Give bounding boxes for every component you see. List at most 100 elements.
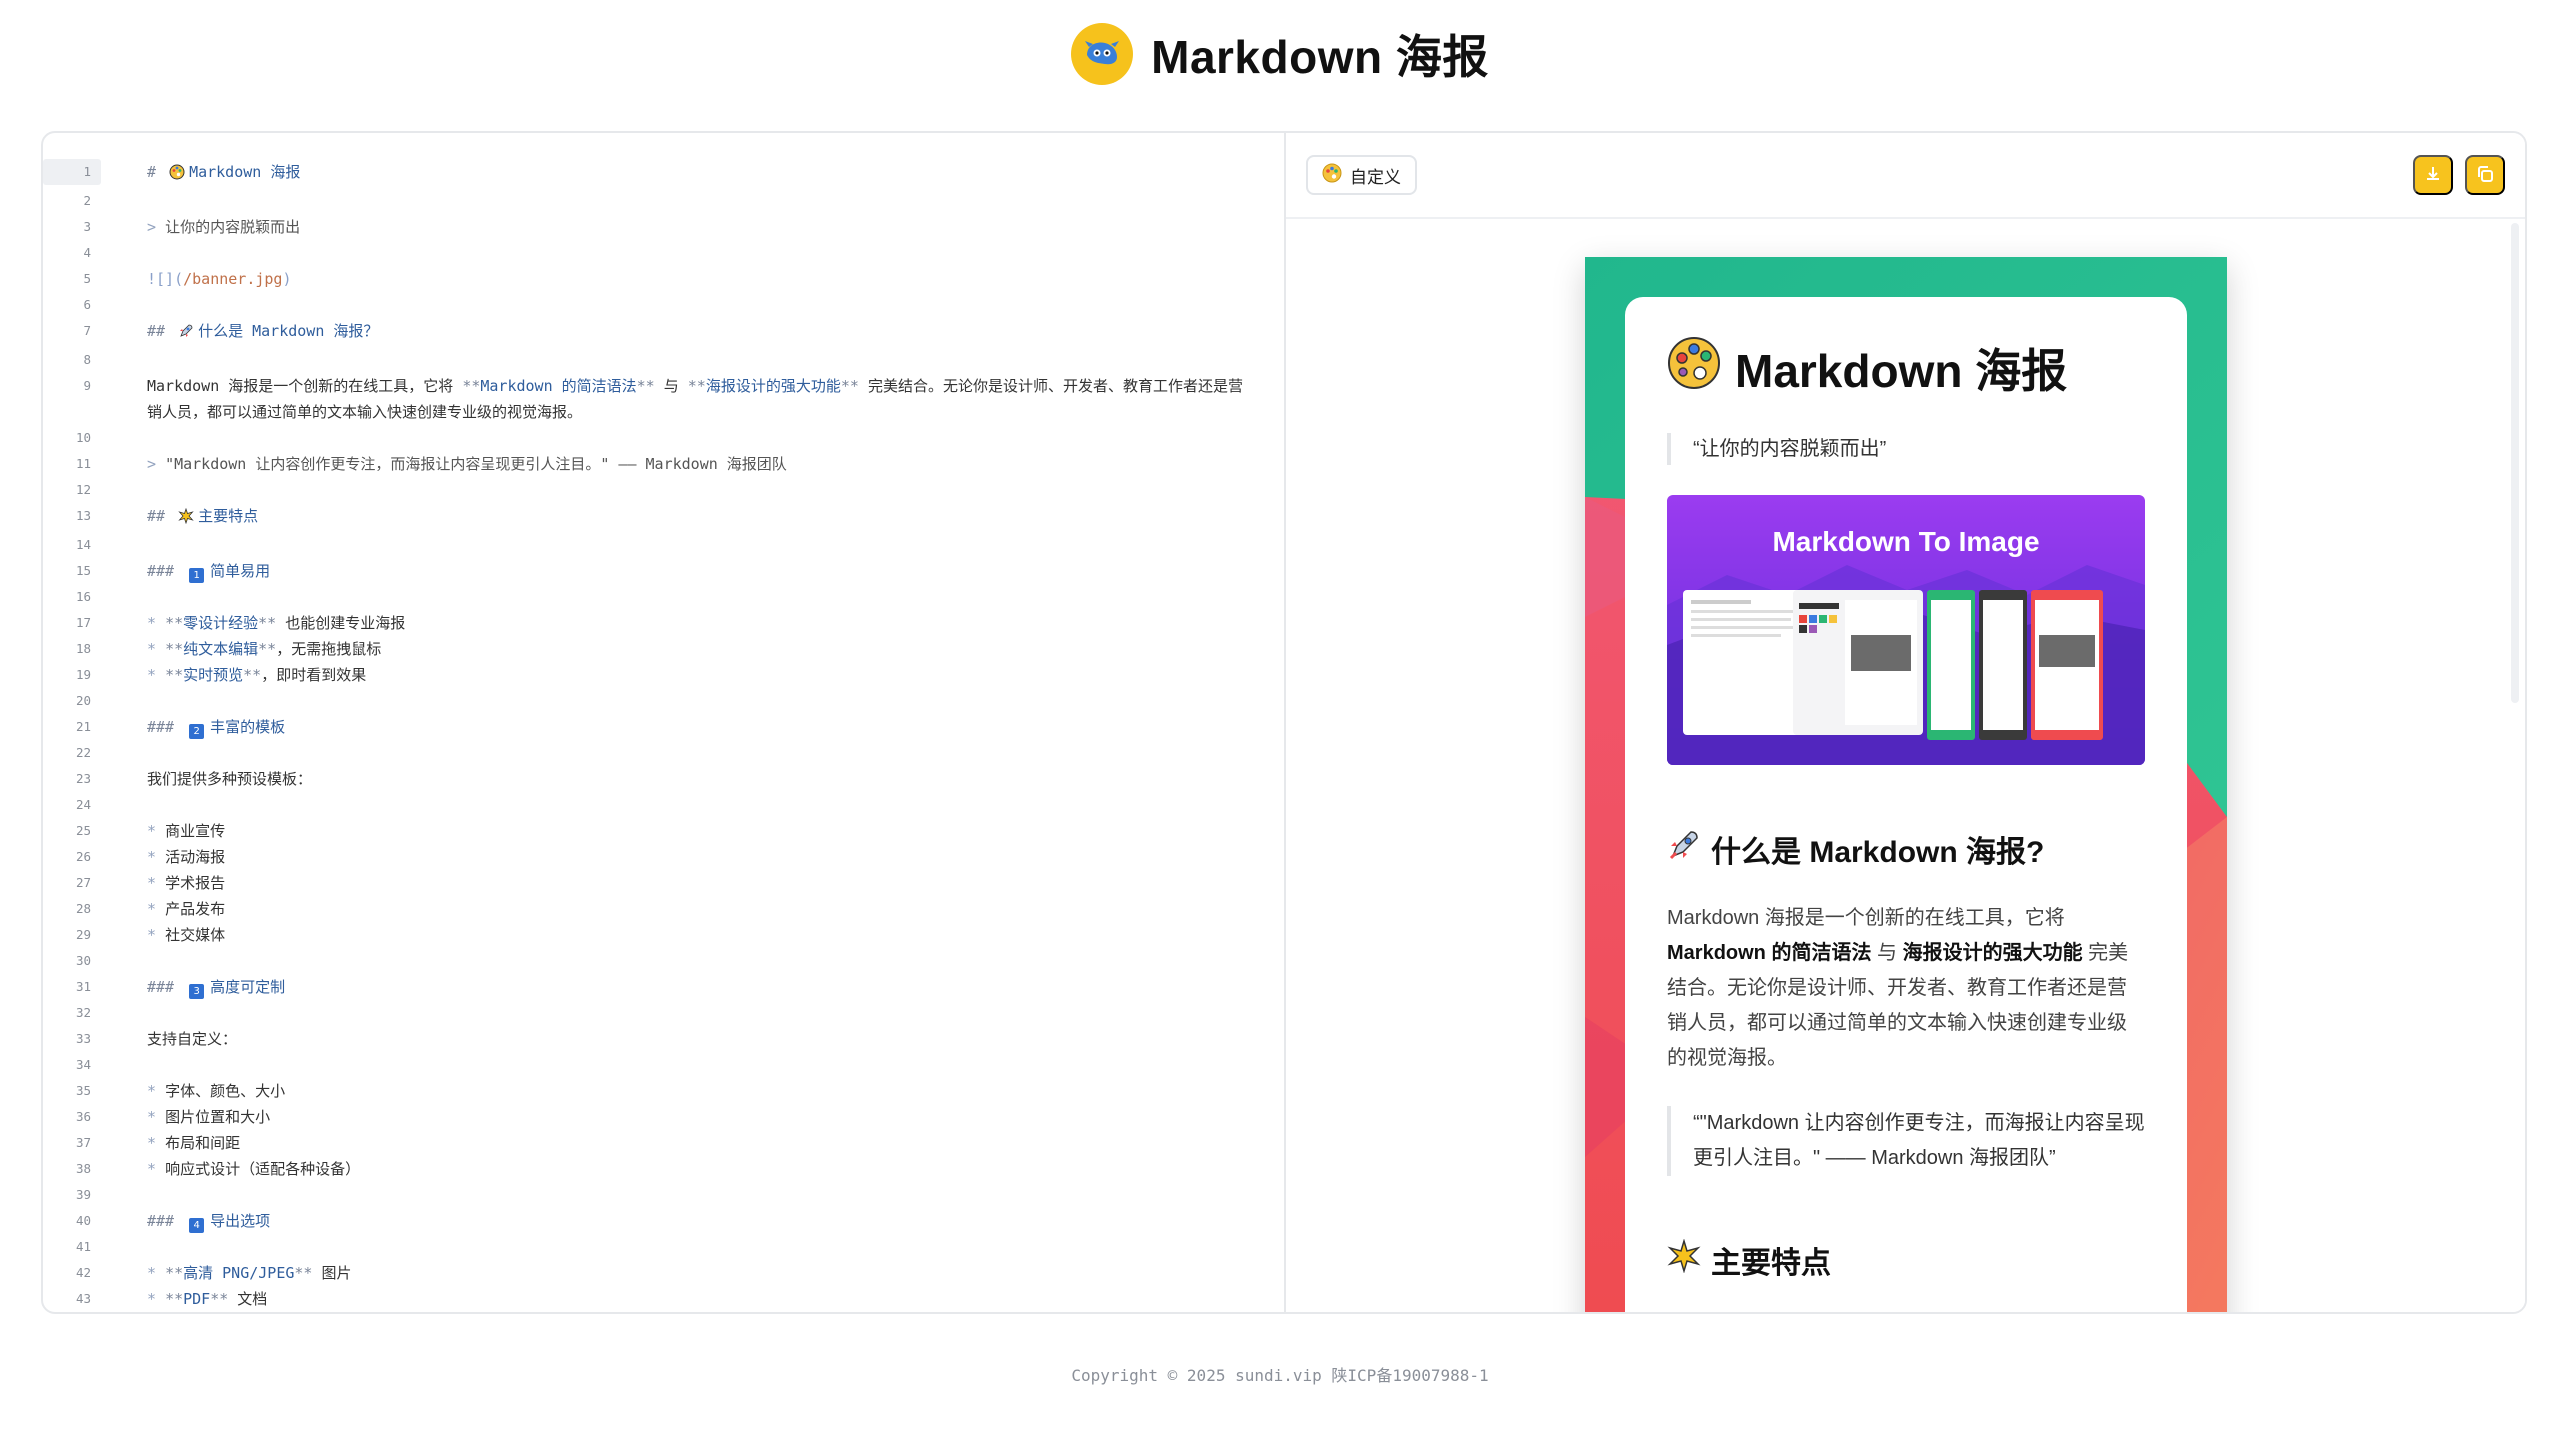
editor-line[interactable]: 36 * 图片位置和大小 <box>43 1104 1284 1130</box>
editor-line[interactable]: 20 <box>43 688 1284 714</box>
editor-line[interactable]: 3 > 让你的内容脱颖而出 <box>43 214 1284 240</box>
app-frame: 1 # Markdown 海报 2 3 > 让你的内容脱颖而出 4 5 ![](/banner… <box>41 131 2527 1314</box>
line-content: * 字体、颜色、大小 <box>101 1078 1284 1104</box>
code-token: "Markdown 让内容创作更专注，而海报让内容呈现更引人注目。" —— Ma… <box>165 455 787 473</box>
line-content: ## 主要特点 <box>101 503 1284 532</box>
editor-line[interactable]: 10 <box>43 425 1284 451</box>
editor-line[interactable]: 29 * 社交媒体 <box>43 922 1284 948</box>
line-content: * 响应式设计（适配各种设备） <box>101 1156 1284 1182</box>
code-token: ### <box>147 562 184 580</box>
editor-line[interactable]: 11 > "Markdown 让内容创作更专注，而海报让内容呈现更引人注目。" —… <box>43 451 1284 477</box>
editor-line[interactable]: 16 <box>43 584 1284 610</box>
para-text: Markdown 海报是一个创新的在线工具，它将 <box>1667 907 2065 929</box>
copy-button[interactable] <box>2465 155 2505 195</box>
download-button[interactable] <box>2413 155 2453 195</box>
code-token: * <box>147 1108 166 1126</box>
poster-features-heading-text: 主要特点 <box>1711 1247 1831 1280</box>
code-token: ** <box>636 377 655 395</box>
editor-line[interactable]: 35 * 字体、颜色、大小 <box>43 1078 1284 1104</box>
palette-icon <box>169 162 185 188</box>
code-token: ** <box>258 640 277 658</box>
editor-line[interactable]: 42 * **高清 PNG/JPEG** 图片 <box>43 1260 1284 1286</box>
code-token: 布局和间距 <box>165 1134 241 1152</box>
editor-line[interactable]: 41 <box>43 1234 1284 1260</box>
customize-button[interactable]: 自定义 <box>1306 155 1417 195</box>
code-token: * <box>147 1134 166 1152</box>
line-number: 19 <box>75 667 91 682</box>
code-token: ** <box>462 377 481 395</box>
code-token: 我们提供多种预设模板： <box>147 770 313 788</box>
editor-line[interactable]: 6 <box>43 292 1284 318</box>
line-number: 36 <box>75 1109 91 1124</box>
editor-line[interactable]: 12 <box>43 477 1284 503</box>
editor-line[interactable]: 21 ### 2 丰富的模板 <box>43 714 1284 740</box>
markdown-editor[interactable]: 1 # Markdown 海报 2 3 > 让你的内容脱颖而出 4 5 ![](/banner… <box>43 133 1286 1312</box>
line-number: 15 <box>75 563 91 578</box>
code-token: ## <box>147 322 175 340</box>
line-content: 支持自定义： <box>101 1026 1284 1052</box>
code-token: ，即时看到效果 <box>261 666 367 684</box>
line-number: 12 <box>75 482 91 497</box>
code-token: ** <box>840 377 859 395</box>
line-number: 21 <box>75 719 91 734</box>
editor-line[interactable]: 7 ## 什么是 Markdown 海报？ <box>43 318 1284 347</box>
editor-line[interactable]: 40 ### 4 导出选项 <box>43 1208 1284 1234</box>
line-content: * 社交媒体 <box>101 922 1284 948</box>
code-token: * <box>147 874 166 892</box>
line-number: 6 <box>83 297 91 312</box>
editor-line[interactable]: 18 * **纯文本编辑**，无需拖拽鼠标 <box>43 636 1284 662</box>
sparkle-icon <box>1667 1238 1701 1281</box>
line-number: 17 <box>75 615 91 630</box>
line-number: 16 <box>75 589 91 604</box>
editor-line[interactable]: 1 # Markdown 海报 <box>43 159 1284 188</box>
editor-line[interactable]: 4 <box>43 240 1284 266</box>
poster-paragraph: Markdown 海报是一个创新的在线工具，它将 Markdown 的简洁语法 … <box>1667 901 2145 1076</box>
code-token: ** <box>165 614 184 632</box>
line-number: 3 <box>83 219 91 234</box>
editor-line[interactable]: 17 * **零设计经验** 也能创建专业海报 <box>43 610 1284 636</box>
editor-line[interactable]: 14 <box>43 532 1284 558</box>
line-number: 29 <box>75 927 91 942</box>
editor-line[interactable]: 43 * **PDF** 文档 <box>43 1286 1284 1312</box>
code-token: 社交媒体 <box>165 926 226 944</box>
code-token: 产品发布 <box>165 900 226 918</box>
editor-line[interactable]: 2 <box>43 188 1284 214</box>
editor-line[interactable]: 19 * **实时预览**，即时看到效果 <box>43 662 1284 688</box>
editor-line[interactable]: 8 <box>43 347 1284 373</box>
code-token: 商业宣传 <box>165 822 226 840</box>
editor-line[interactable]: 33 支持自定义： <box>43 1026 1284 1052</box>
poster-section-heading: 什么是 Markdown 海报? <box>1667 827 2145 871</box>
editor-line[interactable]: 34 <box>43 1052 1284 1078</box>
line-content: Markdown 海报是一个创新的在线工具，它将 **Markdown 的简洁语… <box>101 373 1284 425</box>
editor-line[interactable]: 32 <box>43 1000 1284 1026</box>
poster-section-heading-text: 什么是 Markdown 海报? <box>1711 836 2045 869</box>
editor-line[interactable]: 30 <box>43 948 1284 974</box>
code-token: ** <box>258 614 277 632</box>
logo-icon <box>1071 23 1134 85</box>
editor-line[interactable]: 9 Markdown 海报是一个创新的在线工具，它将 **Markdown 的简洁… <box>43 373 1284 425</box>
editor-line[interactable]: 24 <box>43 792 1284 818</box>
editor-line[interactable]: 31 ### 3 高度可定制 <box>43 974 1284 1000</box>
editor-line[interactable]: 13 ## 主要特点 <box>43 503 1284 532</box>
code-token: 图片位置和大小 <box>165 1108 271 1126</box>
code-token: 简单易用 <box>210 562 271 580</box>
editor-line[interactable]: 37 * 布局和间距 <box>43 1130 1284 1156</box>
code-token: * <box>147 1160 166 1178</box>
editor-line[interactable]: 27 * 学术报告 <box>43 870 1284 896</box>
editor-line[interactable]: 23 我们提供多种预设模板： <box>43 766 1284 792</box>
preview-scrollbar[interactable] <box>2511 223 2519 703</box>
line-content: * **高清 PNG/JPEG** 图片 <box>101 1260 1284 1286</box>
editor-line[interactable]: 26 * 活动海报 <box>43 844 1284 870</box>
line-content: * **零设计经验** 也能创建专业海报 <box>101 610 1284 636</box>
editor-line[interactable]: 5 ![](/banner.jpg) <box>43 266 1284 292</box>
line-number: 40 <box>75 1213 91 1228</box>
line-content: ### 3 高度可定制 <box>101 974 1284 1000</box>
sparkle-icon <box>178 506 194 532</box>
code-token: 响应式设计（适配各种设备） <box>165 1160 361 1178</box>
editor-line[interactable]: 25 * 商业宣传 <box>43 818 1284 844</box>
editor-line[interactable]: 39 <box>43 1182 1284 1208</box>
editor-line[interactable]: 22 <box>43 740 1284 766</box>
editor-line[interactable]: 28 * 产品发布 <box>43 896 1284 922</box>
editor-line[interactable]: 15 ### 1 简单易用 <box>43 558 1284 584</box>
editor-line[interactable]: 38 * 响应式设计（适配各种设备） <box>43 1156 1284 1182</box>
